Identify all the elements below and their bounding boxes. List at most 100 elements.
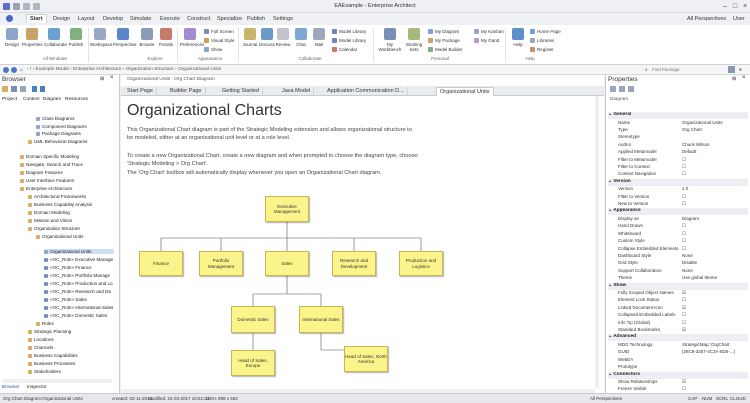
property-row[interactable]: Context Navigation ☐ <box>608 171 748 178</box>
property-section-header[interactable]: ⌄ Appearance <box>608 208 748 216</box>
property-row[interactable]: Support Collaboration None <box>608 268 748 275</box>
property-value[interactable]: 1.0 <box>682 186 688 191</box>
portals-button[interactable]: Portals <box>156 28 176 47</box>
visual-style-button[interactable]: Visual Style <box>204 38 234 43</box>
org-node-domestic-sales[interactable]: Domestic Sales <box>231 306 275 333</box>
tree-item[interactable]: «OC_Role» Executive Manage <box>44 257 113 262</box>
org-node-executive-management[interactable]: Executive Management <box>265 196 309 222</box>
menu-start[interactable]: Start <box>26 14 47 23</box>
nav-tool-icon[interactable] <box>728 66 735 73</box>
property-row[interactable]: Freeze Visible ☐ <box>608 386 748 390</box>
tab-inspector[interactable]: Inspector <box>27 385 47 390</box>
tree-item[interactable]: «OC_Role» Sales <box>44 297 87 302</box>
workspace-button[interactable]: Workspace <box>90 28 112 47</box>
property-row[interactable]: Filter to Metamodel ☐ <box>608 157 748 164</box>
tree-item[interactable]: Organization Structure <box>28 226 80 231</box>
design-button[interactable]: Design <box>2 28 22 47</box>
property-row[interactable]: Type Org Chart <box>608 127 748 134</box>
property-value[interactable]: ☐ <box>682 320 686 326</box>
property-row[interactable]: Name Organizational Units <box>608 120 748 127</box>
working-sets-button[interactable]: Working Sets <box>402 28 426 52</box>
property-value[interactable]: ☐ <box>682 157 686 163</box>
tab-resources[interactable]: Resources <box>65 97 88 102</box>
home-nav-icon[interactable]: ⌂ <box>20 67 23 73</box>
property-value[interactable]: ☐ <box>682 238 686 244</box>
model-library-button[interactable]: Model Library <box>332 29 366 34</box>
tab-project[interactable]: Project <box>2 97 17 102</box>
tree-item[interactable]: «OC_Role» International Sales <box>44 305 113 310</box>
menu-specialize[interactable]: Specialize <box>214 15 245 23</box>
property-row[interactable]: Applied Metamodel Default <box>608 149 748 156</box>
property-row[interactable]: Stereotype <box>608 134 748 141</box>
nav-menu-icon[interactable]: ≡ <box>739 67 742 73</box>
tab-diagram[interactable]: Diagram <box>43 97 61 102</box>
property-value[interactable]: ☐ <box>682 201 686 207</box>
new-diagram-icon[interactable] <box>11 86 17 92</box>
tree-item[interactable]: Enterprise Architecture <box>20 186 72 191</box>
property-section-header[interactable]: ⌄ General <box>608 112 748 119</box>
property-value[interactable]: ☐ <box>682 297 686 303</box>
menu-construct[interactable]: Construct <box>184 15 214 23</box>
my-workbench-button[interactable]: My Workbench <box>378 28 402 52</box>
new-package-icon[interactable] <box>2 86 8 92</box>
org-node-research-and-development[interactable]: Research and Development <box>332 251 376 276</box>
my-gantt-button[interactable]: My Gantt <box>474 38 499 43</box>
home-page-button[interactable]: Home Page <box>530 29 561 34</box>
property-value[interactable]: Chuck Wilson <box>682 142 710 147</box>
tab-java-model[interactable]: Java Model <box>279 87 315 96</box>
property-value[interactable]: Org Chart <box>682 127 702 132</box>
property-row[interactable]: WebEA <box>608 357 748 364</box>
minimize-button[interactable]: – <box>720 2 730 11</box>
property-value[interactable]: ☐ <box>682 246 686 252</box>
property-value[interactable]: ☑ <box>682 327 686 333</box>
tab-browser[interactable]: Browser <box>2 385 20 390</box>
tree-item[interactable]: «OC_Role» Research and De <box>44 289 111 294</box>
property-row[interactable]: Info Tip (Global) ☐ <box>608 320 748 327</box>
property-value[interactable]: ☐ <box>682 386 686 390</box>
status-zoom[interactable]: 125% <box>205 396 217 401</box>
property-row[interactable]: Filter to Context ☐ <box>608 164 748 171</box>
close-properties-icon[interactable]: × <box>742 75 746 81</box>
find-package-input[interactable] <box>652 66 722 73</box>
property-row[interactable]: Prototype <box>608 364 748 371</box>
breadcrumb-item[interactable]: Organizational Units <box>178 67 221 72</box>
menu-simulate[interactable]: Simulate <box>127 15 154 23</box>
property-section-header[interactable]: ⌄ Show <box>608 282 748 290</box>
props-tool-icon[interactable] <box>628 86 634 92</box>
menu-design[interactable]: Design <box>50 15 73 23</box>
property-row[interactable]: Show Relationships ☑ <box>608 379 748 386</box>
tree-item[interactable]: «OC_Role» Domestic Sales <box>44 313 107 318</box>
calendar-button[interactable]: Calendar <box>332 47 357 52</box>
property-value[interactable]: ☑ <box>682 290 686 296</box>
new-element-icon[interactable] <box>20 86 26 92</box>
close-browser-icon[interactable]: × <box>110 75 114 81</box>
org-node-production-and-logistics[interactable]: Production and Logistics <box>399 251 443 276</box>
property-value[interactable]: ☐ <box>682 312 686 318</box>
tree-item[interactable]: «OC_Role» Production and Lo <box>44 281 113 286</box>
properties-button[interactable]: Properties <box>22 28 43 47</box>
property-value[interactable]: {28C8-3257-4C3A-8D5-...} <box>682 349 735 354</box>
property-section-header[interactable]: ⌄ Advanced <box>608 334 748 342</box>
property-row[interactable]: New to Version ☐ <box>608 201 748 208</box>
property-value[interactable]: StrategicMap::OrgChart <box>682 342 730 347</box>
pin-icon[interactable]: ⊞ <box>100 76 104 82</box>
property-value[interactable]: ☐ <box>682 164 686 170</box>
property-row[interactable]: Version 1.0 <box>608 186 748 193</box>
org-node-head-of-sales-north-america[interactable]: Head of Sales, North America <box>344 346 388 372</box>
mail-button[interactable]: Mail <box>309 28 329 47</box>
property-value[interactable]: None <box>682 268 693 273</box>
property-value[interactable]: Disable <box>682 260 697 265</box>
property-row[interactable]: Custom Style ☐ <box>608 238 748 245</box>
my-package-button[interactable]: My Package <box>428 38 460 43</box>
property-value[interactable]: Use global theme <box>682 275 717 280</box>
tree-item[interactable]: Strategic Planning <box>28 329 71 334</box>
menu-layout[interactable]: Layout <box>75 15 98 23</box>
browse-button[interactable]: Browse <box>137 28 157 47</box>
chat-button[interactable]: Chat <box>291 28 311 47</box>
full-screen-button[interactable]: Full Screen <box>204 29 234 34</box>
forward-icon[interactable] <box>11 67 17 73</box>
tree-item[interactable]: «OC_Role» Portfolio Manage <box>44 273 110 278</box>
property-row[interactable]: Whiteboard ☐ <box>608 231 748 238</box>
breadcrumb-item[interactable]: Enterprise Architecture <box>73 67 122 72</box>
property-row[interactable]: Element Lock Status ☐ <box>608 297 748 304</box>
